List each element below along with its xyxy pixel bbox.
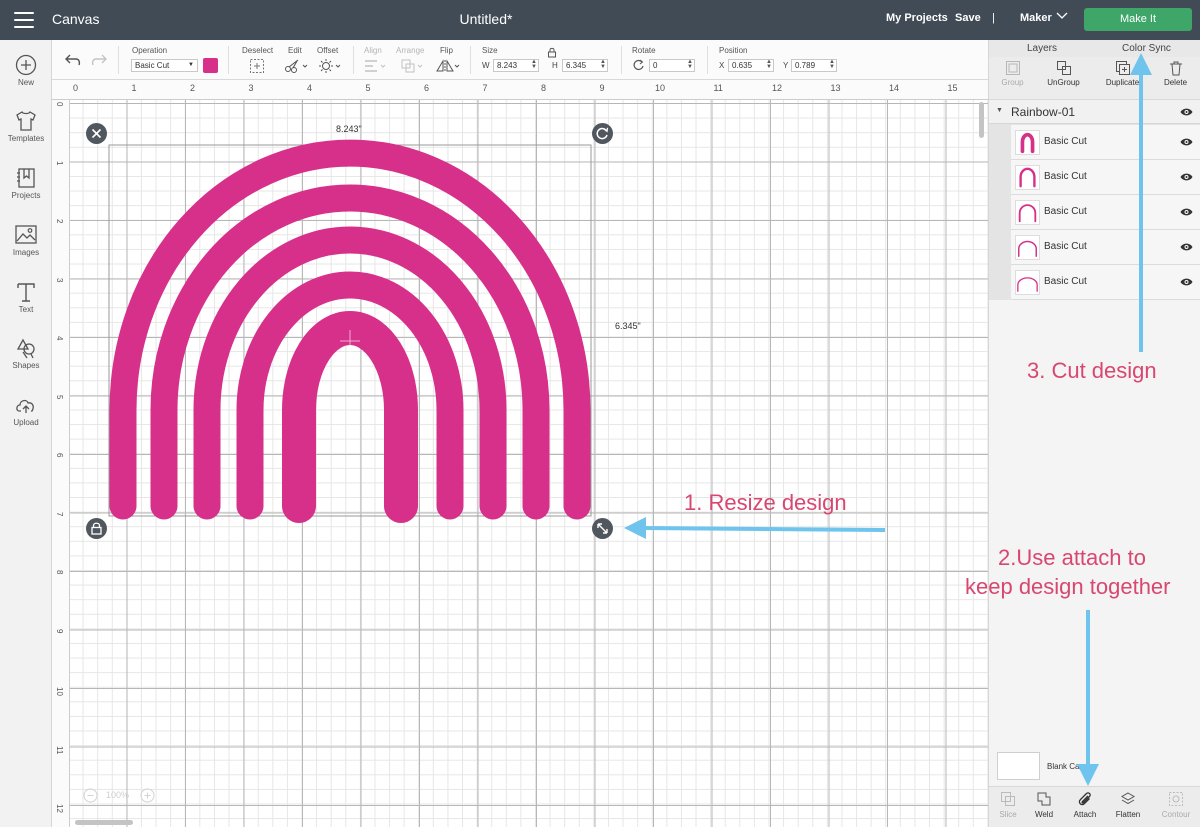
panel-tabs: Layers Color Sync xyxy=(989,40,1200,57)
layer-name: Basic Cut xyxy=(1044,206,1087,217)
ungroup-button[interactable]: UnGroup xyxy=(1041,60,1086,87)
layer-row[interactable]: Basic Cut xyxy=(1011,125,1200,160)
annotation-step-2-line-2: keep design together xyxy=(965,574,1171,599)
duplicate-icon xyxy=(1115,61,1130,75)
tab-layers[interactable]: Layers xyxy=(1027,43,1057,54)
duplicate-label: Duplicate xyxy=(1105,78,1140,87)
topbar-separator: | xyxy=(992,12,995,24)
close-icon xyxy=(91,128,102,139)
layer-row[interactable]: Basic Cut xyxy=(1011,160,1200,195)
rainbow-arc-5 xyxy=(282,311,418,523)
layer-thumbnail xyxy=(1015,270,1040,295)
weld-label: Weld xyxy=(1034,810,1054,819)
layer-name: Basic Cut xyxy=(1044,241,1087,252)
layer-thumbnail xyxy=(1015,165,1040,190)
resize-arrows-icon xyxy=(597,523,608,534)
annotation-step-1: 1. Resize design xyxy=(684,490,847,515)
delete-handle[interactable] xyxy=(86,123,107,144)
lock-handle[interactable] xyxy=(86,518,107,539)
eye-icon[interactable] xyxy=(1180,277,1193,287)
layer-row[interactable]: Basic Cut xyxy=(1011,195,1200,230)
weld-button[interactable]: Weld xyxy=(1025,791,1063,819)
layer-name: Basic Cut xyxy=(1044,171,1087,182)
eye-icon[interactable] xyxy=(1180,107,1193,117)
layer-group-row[interactable]: ▼ Rainbow-01 xyxy=(989,100,1200,124)
annotation-step-3: 3. Cut design xyxy=(1027,358,1157,383)
contour-icon xyxy=(1169,792,1183,806)
layers-list: ▼ Rainbow-01 Basic Cut Basic Cut Basic C… xyxy=(989,100,1200,300)
ungroup-label: UnGroup xyxy=(1047,78,1080,87)
delete-label: Delete xyxy=(1163,78,1188,87)
slice-label: Slice xyxy=(999,810,1017,819)
layers-panel: Layers Color Sync Group UnGroup Duplicat… xyxy=(988,40,1200,827)
eye-icon[interactable] xyxy=(1180,137,1193,147)
rotate-arrow-icon xyxy=(596,127,609,140)
group-button[interactable]: Group xyxy=(990,60,1035,87)
blank-canvas-swatch[interactable] xyxy=(997,752,1040,780)
rotate-handle[interactable] xyxy=(592,123,613,144)
contour-label: Contour xyxy=(1161,810,1191,819)
group-label: Group xyxy=(1001,78,1024,87)
resize-handle[interactable] xyxy=(592,518,613,539)
eye-icon[interactable] xyxy=(1180,207,1193,217)
flatten-button[interactable]: Flatten xyxy=(1109,791,1147,819)
paperclip-icon xyxy=(1078,792,1091,806)
padlock-icon xyxy=(91,522,102,535)
tab-color-sync[interactable]: Color Sync xyxy=(1122,43,1171,54)
weld-icon xyxy=(1037,792,1051,806)
layer-thumbnail xyxy=(1015,130,1040,155)
height-dimension: 6.345" xyxy=(615,321,641,331)
group-name: Rainbow-01 xyxy=(1011,105,1076,119)
layer-thumbnail xyxy=(1015,200,1040,225)
caret-down-icon[interactable]: ▼ xyxy=(996,107,1003,114)
contour-button[interactable]: Contour xyxy=(1157,791,1195,819)
ungroup-icon xyxy=(1056,61,1071,75)
bottom-actions-bar: Slice Weld Attach Flatten Contour xyxy=(989,786,1200,827)
delete-button[interactable]: Delete xyxy=(1153,60,1198,87)
chevron-down-icon[interactable] xyxy=(1056,9,1068,21)
machine-select[interactable]: Maker xyxy=(1020,12,1052,24)
flatten-icon xyxy=(1121,792,1135,805)
attach-button[interactable]: Attach xyxy=(1066,791,1104,819)
duplicate-button[interactable]: Duplicate xyxy=(1100,60,1145,87)
layer-row[interactable]: Basic Cut xyxy=(1011,230,1200,265)
blank-canvas-label: Blank Canvas xyxy=(1047,762,1097,771)
eye-icon[interactable] xyxy=(1180,172,1193,182)
layer-thumbnail xyxy=(1015,235,1040,260)
layer-name: Basic Cut xyxy=(1044,136,1087,147)
trash-icon xyxy=(1169,61,1182,76)
group-icon xyxy=(1005,61,1020,75)
layer-actions-bar: Group UnGroup Duplicate Delete xyxy=(989,57,1200,100)
make-it-button[interactable]: Make It xyxy=(1084,8,1192,31)
attach-label: Attach xyxy=(1073,810,1097,819)
canvas-app: Canvas Untitled* My Projects Save | Make… xyxy=(0,0,1200,827)
eye-icon[interactable] xyxy=(1180,242,1193,252)
layer-name: Basic Cut xyxy=(1044,276,1087,287)
annotation-step-2-line-1: 2.Use attach to xyxy=(998,545,1146,570)
width-dimension: 8.243" xyxy=(336,124,362,134)
slice-button[interactable]: Slice xyxy=(989,791,1027,819)
layer-row[interactable]: Basic Cut xyxy=(1011,265,1200,300)
rainbow-design[interactable] xyxy=(0,0,988,827)
slice-icon xyxy=(1001,792,1015,806)
flatten-label: Flatten xyxy=(1115,810,1141,819)
